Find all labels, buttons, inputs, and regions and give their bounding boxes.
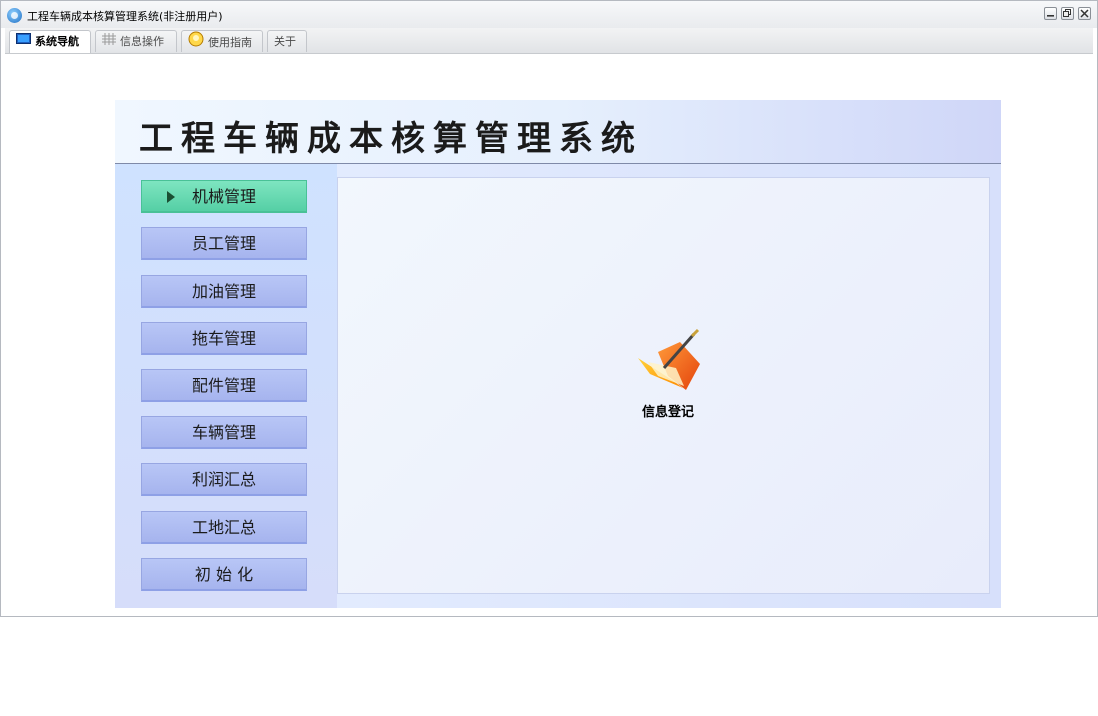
window-title: 工程车辆成本核算管理系统(非注册用户) (27, 10, 223, 23)
restore-icon (1063, 9, 1071, 17)
nav-initialize[interactable]: 初 始 化 (141, 558, 307, 591)
lightbulb-icon (188, 31, 204, 55)
nav-towing[interactable]: 拖车管理 (141, 322, 307, 355)
system-panel: 工程车辆成本核算管理系统 机械管理 员工管理 加油管理 拖车管理 配件管理 车辆… (115, 100, 1001, 608)
restore-button[interactable] (1061, 7, 1074, 20)
tab-label: 信息操作 (120, 35, 164, 48)
close-icon (1080, 9, 1089, 18)
close-button[interactable] (1078, 7, 1091, 20)
grid-icon (102, 31, 116, 53)
nav-machinery[interactable]: 机械管理 (141, 180, 307, 213)
tab-about[interactable]: 关于 (267, 30, 307, 52)
tab-label: 关于 (274, 35, 296, 48)
system-title: 工程车辆成本核算管理系统 (139, 119, 643, 159)
nav-site-summary[interactable]: 工地汇总 (141, 511, 307, 544)
info-register-item[interactable]: 信息登记 (628, 328, 708, 423)
nav-staff[interactable]: 员工管理 (141, 227, 307, 260)
app-logo-icon (7, 8, 22, 23)
content-panel: 信息登记 (337, 177, 990, 594)
monitor-icon (16, 31, 31, 53)
tab-system-nav[interactable]: 系统导航 (9, 30, 91, 53)
tab-label: 系统导航 (35, 35, 79, 48)
folder-pen-icon (638, 328, 700, 390)
tab-info-ops[interactable]: 信息操作 (95, 30, 177, 52)
nav-label: 利润汇总 (191, 470, 256, 489)
system-banner: 工程车辆成本核算管理系统 (115, 100, 1001, 164)
nav-parts[interactable]: 配件管理 (141, 369, 307, 402)
nav-profit-summary[interactable]: 利润汇总 (141, 463, 307, 496)
left-nav: 机械管理 员工管理 加油管理 拖车管理 配件管理 车辆管理 利润汇总 工地汇总 … (115, 164, 337, 608)
minimize-icon (1047, 15, 1054, 17)
nav-fuel[interactable]: 加油管理 (141, 275, 307, 308)
tab-label: 使用指南 (208, 36, 252, 49)
title-bar: 工程车辆成本核算管理系统(非注册用户) (1, 1, 1097, 28)
nav-label: 员工管理 (191, 234, 256, 253)
nav-label: 车辆管理 (191, 423, 256, 442)
nav-label: 初 始 化 (194, 565, 254, 584)
nav-label: 机械管理 (191, 187, 256, 206)
tab-user-guide[interactable]: 使用指南 (181, 30, 263, 52)
nav-label: 配件管理 (191, 376, 256, 395)
play-arrow-icon (167, 191, 175, 203)
nav-vehicles[interactable]: 车辆管理 (141, 416, 307, 449)
info-register-label: 信息登记 (641, 405, 694, 420)
nav-label: 工地汇总 (191, 518, 256, 537)
tab-strip: 系统导航 信息操作 使用指南 关于 (5, 28, 1093, 54)
minimize-button[interactable] (1044, 7, 1057, 20)
nav-label: 拖车管理 (191, 329, 256, 348)
nav-label: 加油管理 (191, 282, 256, 301)
